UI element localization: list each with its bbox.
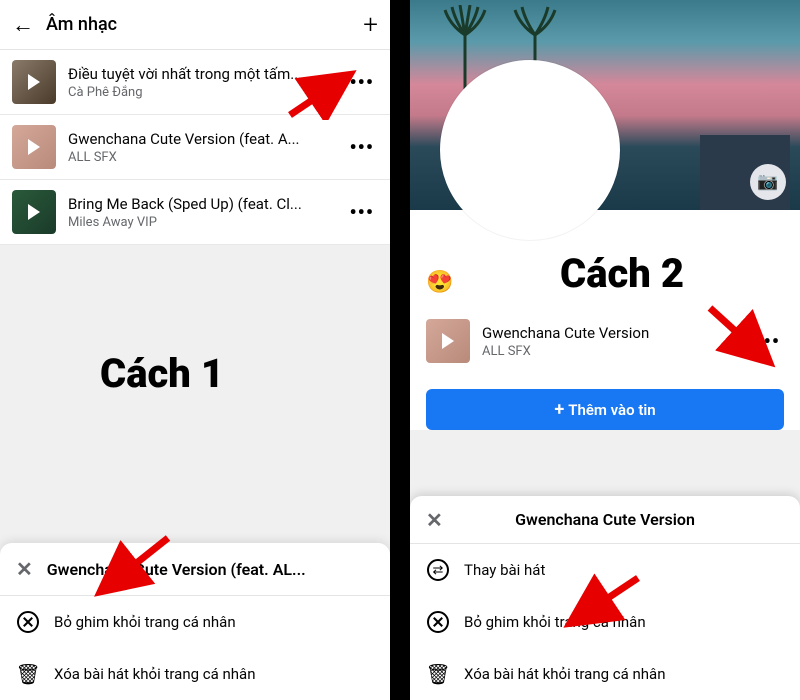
- back-arrow-icon[interactable]: ←: [12, 12, 34, 38]
- delete-option[interactable]: 🗑 Xóa bài hát khỏi trang cá nhân: [410, 648, 800, 700]
- song-title: Bring Me Back (Sped Up) (feat. Cl...: [68, 195, 345, 213]
- unpin-icon: [16, 610, 40, 634]
- delete-option[interactable]: 🗑 Xóa bài hát khỏi trang cá nhân: [0, 648, 390, 700]
- close-icon[interactable]: ✕: [426, 508, 443, 532]
- song-thumbnail: [12, 125, 56, 169]
- method2-label: Cách 2: [560, 250, 684, 297]
- play-icon: [28, 139, 40, 155]
- trash-icon: 🗑: [426, 662, 450, 686]
- play-icon: [442, 333, 454, 349]
- trash-icon: 🗑: [16, 662, 40, 686]
- sheet-header: ✕ Gwenchana Cute Version: [410, 496, 800, 544]
- more-options-icon[interactable]: •••: [345, 135, 378, 159]
- unpin-label: Bỏ ghim khỏi trang cá nhân: [54, 613, 236, 631]
- unpin-icon: [426, 610, 450, 634]
- delete-label: Xóa bài hát khỏi trang cá nhân: [54, 665, 255, 683]
- close-icon[interactable]: ✕: [16, 557, 33, 581]
- song-thumbnail: [426, 319, 470, 363]
- left-action-sheet: ✕ Gwenchana Cute Version (feat. AL... Bỏ…: [0, 543, 390, 700]
- method1-label: Cách 1: [100, 350, 224, 397]
- song-title: Gwenchana Cute Version (feat. A...: [68, 130, 345, 148]
- more-options-icon[interactable]: •••: [345, 200, 378, 224]
- profile-avatar[interactable]: [440, 60, 620, 240]
- camera-icon[interactable]: 📷: [750, 164, 786, 200]
- song-artist: ALL SFX: [68, 150, 345, 165]
- delete-label: Xóa bài hát khỏi trang cá nhân: [464, 665, 665, 683]
- annotation-arrow: [90, 530, 180, 600]
- song-item[interactable]: Bring Me Back (Sped Up) (feat. Cl... Mil…: [0, 180, 390, 245]
- annotation-arrow: [700, 300, 780, 370]
- add-story-label: Thêm vào tin: [568, 401, 655, 419]
- annotation-arrow: [280, 70, 360, 120]
- sheet-title: Gwenchana Cute Version: [515, 510, 695, 529]
- song-info: Gwenchana Cute Version (feat. A... ALL S…: [68, 130, 345, 165]
- play-icon: [28, 74, 40, 90]
- song-thumbnail: [12, 60, 56, 104]
- annotation-arrow: [560, 570, 650, 630]
- add-to-story-button[interactable]: +Thêm vào tin: [426, 389, 784, 430]
- unpin-option[interactable]: Bỏ ghim khỏi trang cá nhân: [0, 596, 390, 648]
- sheet-header: ✕ Gwenchana Cute Version (feat. AL...: [0, 543, 390, 596]
- song-artist: Miles Away VIP: [68, 215, 345, 230]
- add-music-icon[interactable]: +: [363, 10, 378, 40]
- plus-icon: +: [554, 399, 564, 420]
- swap-icon: ⇄: [426, 558, 450, 582]
- music-header: ← Âm nhạc +: [0, 0, 390, 50]
- header-title: Âm nhạc: [46, 14, 363, 35]
- play-icon: [28, 204, 40, 220]
- song-item[interactable]: Gwenchana Cute Version (feat. A... ALL S…: [0, 115, 390, 180]
- song-info: Bring Me Back (Sped Up) (feat. Cl... Mil…: [68, 195, 345, 230]
- change-label: Thay bài hát: [464, 561, 545, 579]
- song-thumbnail: [12, 190, 56, 234]
